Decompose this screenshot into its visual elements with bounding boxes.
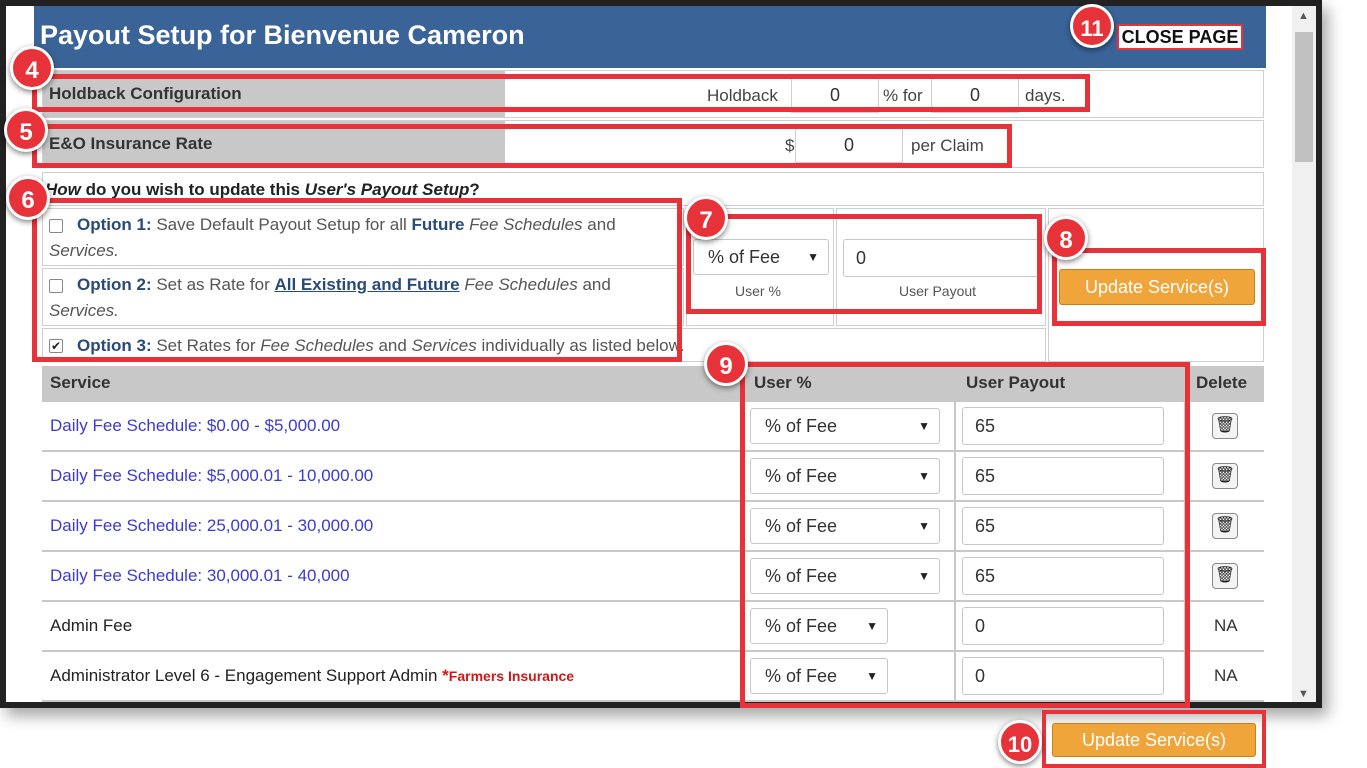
service-link[interactable]: Daily Fee Schedule: 25,000.01 - 30,000.0… [50, 516, 373, 536]
trash-icon[interactable]: 🗑 [1212, 413, 1238, 439]
service-name: Admin Fee [50, 616, 133, 635]
service-link[interactable]: Daily Fee Schedule: 30,000.01 - 40,000 [50, 566, 350, 586]
required-marker: * [442, 666, 449, 685]
scroll-thumb[interactable] [1295, 32, 1313, 162]
service-cell: Daily Fee Schedule: $5,000.01 - 10,000.0… [42, 452, 742, 500]
page-title: Payout Setup for Bienvenue Cameron [40, 20, 525, 50]
badge-7: 7 [684, 196, 728, 240]
question-user: User's Payout Setup [304, 180, 470, 199]
badge-11: 11 [1070, 4, 1114, 48]
service-cell: Daily Fee Schedule: $0.00 - $5,000.00 [42, 402, 742, 450]
carrier-tag: Farmers Insurance [448, 668, 575, 684]
delete-cell: 🗑 [1186, 552, 1264, 600]
service-label: Administrator Level 6 - Engagement Suppo… [50, 666, 438, 685]
highlight-5 [32, 124, 1012, 168]
delete-cell: 🗑 [1186, 502, 1264, 550]
service-cell: Administrator Level 6 - Engagement Suppo… [42, 652, 742, 700]
service-link[interactable]: Daily Fee Schedule: $5,000.01 - 10,000.0… [50, 466, 373, 486]
service-link[interactable]: Daily Fee Schedule: $0.00 - $5,000.00 [50, 416, 340, 436]
highlight-7 [686, 214, 1042, 314]
scroll-up-icon[interactable]: ▲ [1298, 10, 1309, 22]
service-cell: Admin Fee [42, 602, 742, 650]
delete-na: NA [1214, 666, 1238, 685]
update-services-button-bottom[interactable]: Update Service(s) [1052, 723, 1256, 757]
badge-10: 10 [998, 720, 1042, 764]
badge-5: 5 [4, 108, 48, 152]
update-question: How do you wish to update this User's Pa… [45, 180, 480, 200]
badge-8: 8 [1044, 216, 1088, 260]
highlight-4 [32, 74, 1090, 112]
delete-cell: NA [1186, 602, 1264, 650]
scroll-down-icon[interactable]: ▼ [1298, 688, 1309, 700]
vertical-scrollbar[interactable]: ▲ ▼ [1292, 6, 1316, 702]
trash-icon[interactable]: 🗑 [1212, 563, 1238, 589]
delete-cell: NA [1186, 652, 1264, 700]
highlight-8 [1052, 248, 1266, 326]
trash-icon[interactable]: 🗑 [1212, 513, 1238, 539]
question-how: How [45, 180, 81, 199]
delete-na: NA [1214, 616, 1238, 635]
header-delete: Delete [1196, 373, 1248, 392]
highlight-6 [32, 198, 682, 362]
question-mid: do you wish to update this [85, 180, 301, 199]
badge-6: 6 [6, 176, 50, 220]
badge-4: 4 [10, 46, 54, 90]
service-cell: Daily Fee Schedule: 30,000.01 - 40,000 [42, 552, 742, 600]
close-page-button[interactable]: CLOSE PAGE [1117, 24, 1243, 50]
service-cell: Daily Fee Schedule: 25,000.01 - 30,000.0… [42, 502, 742, 550]
question-end: ? [469, 180, 480, 199]
badge-9: 9 [704, 342, 748, 386]
highlight-9 [740, 362, 1190, 708]
delete-cell: 🗑 [1186, 402, 1264, 450]
trash-icon[interactable]: 🗑 [1212, 463, 1238, 489]
service-name: Administrator Level 6 - Engagement Suppo… [50, 666, 574, 686]
delete-cell: 🗑 [1186, 452, 1264, 500]
header-service: Service [50, 373, 111, 392]
